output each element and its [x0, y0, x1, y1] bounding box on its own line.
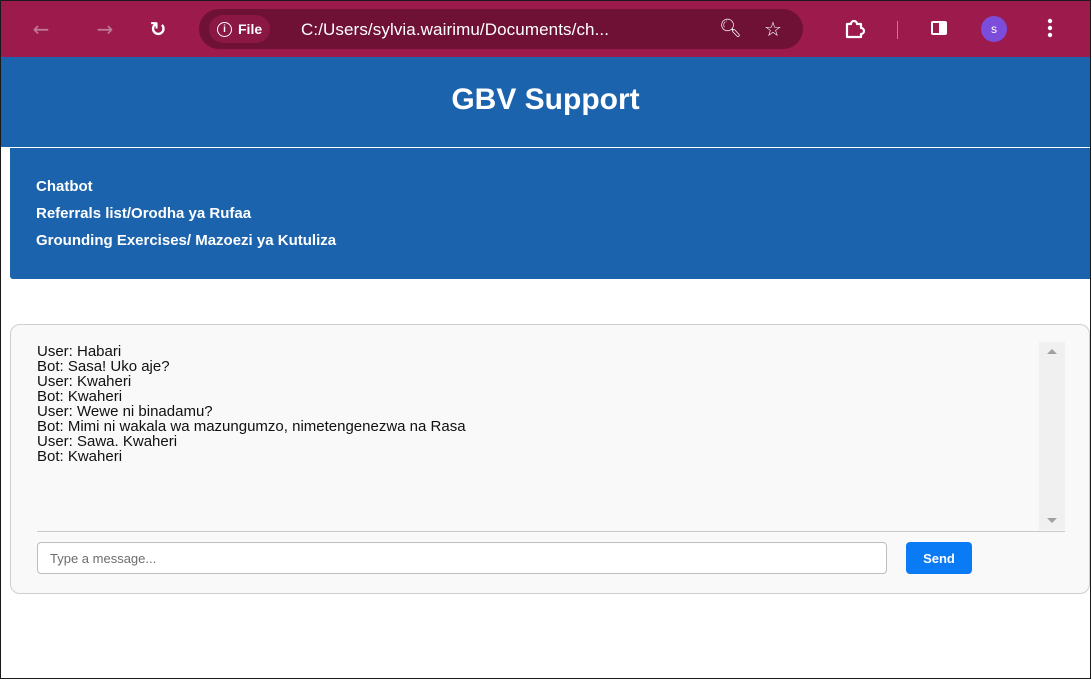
chat-message: User: Kwaheri: [37, 373, 132, 390]
chat-message: Bot: Kwaheri: [37, 448, 123, 465]
site-info-chip[interactable]: i File: [209, 15, 271, 43]
chat-scrollbar[interactable]: [1039, 342, 1065, 530]
chat-message: User: Habari: [37, 343, 122, 360]
file-label: File: [238, 21, 263, 37]
message-input[interactable]: [37, 542, 887, 574]
address-bar[interactable]: i File C:/Users/sylvia.wairimu/Documents…: [199, 9, 803, 49]
chat-message: Bot: Sasa! Uko aje?: [37, 358, 170, 375]
toolbar-separator: [897, 21, 898, 39]
zoom-icon[interactable]: 🔍︎: [719, 18, 742, 39]
chat-message: User: Sawa. Kwaheri: [37, 433, 178, 450]
extensions-icon[interactable]: [841, 15, 867, 41]
browser-window: ← → ↻ i File C:/Users/sylvia.wairimu/Doc…: [0, 0, 1091, 679]
chat-log[interactable]: User: Habari Bot: Sasa! Uko aje? User: K…: [37, 344, 1037, 529]
browser-toolbar: ← → ↻ i File C:/Users/sylvia.wairimu/Doc…: [1, 1, 1090, 57]
chat-message: Bot: Mimi ni wakala wa mazungumzo, nimet…: [37, 418, 466, 435]
forward-arrow-icon[interactable]: →: [91, 15, 119, 43]
profile-avatar[interactable]: s: [981, 16, 1007, 42]
reload-icon[interactable]: ↻: [144, 15, 172, 43]
nav-panel: Chatbot Referrals list/Orodha ya Rufaa G…: [10, 148, 1090, 279]
info-icon: i: [217, 21, 232, 37]
scroll-up-arrow-icon[interactable]: [1047, 349, 1057, 354]
scroll-down-arrow-icon[interactable]: [1047, 518, 1057, 523]
url-text[interactable]: C:/Users/sylvia.wairimu/Documents/ch...: [301, 20, 609, 40]
chat-message: User: Wewe ni binadamu?: [37, 403, 213, 420]
chat-message: Bot: Kwaheri: [37, 388, 123, 405]
nav-link-grounding-exercises[interactable]: Grounding Exercises/ Mazoezi ya Kutuliza: [36, 232, 336, 249]
bookmark-star-icon[interactable]: ☆: [764, 17, 782, 41]
side-panel-icon[interactable]: [931, 21, 947, 35]
nav-link-chatbot[interactable]: Chatbot: [36, 178, 93, 195]
send-button[interactable]: Send: [906, 542, 972, 574]
page-title: GBV Support: [451, 83, 640, 116]
menu-dots-icon[interactable]: [1047, 15, 1053, 41]
nav-link-referrals[interactable]: Referrals list/Orodha ya Rufaa: [36, 205, 251, 222]
chat-container: User: Habari Bot: Sasa! Uko aje? User: K…: [10, 324, 1090, 594]
site-header: GBV Support: [1, 57, 1090, 147]
back-arrow-icon[interactable]: ←: [27, 15, 55, 43]
chat-divider: [37, 531, 1065, 532]
